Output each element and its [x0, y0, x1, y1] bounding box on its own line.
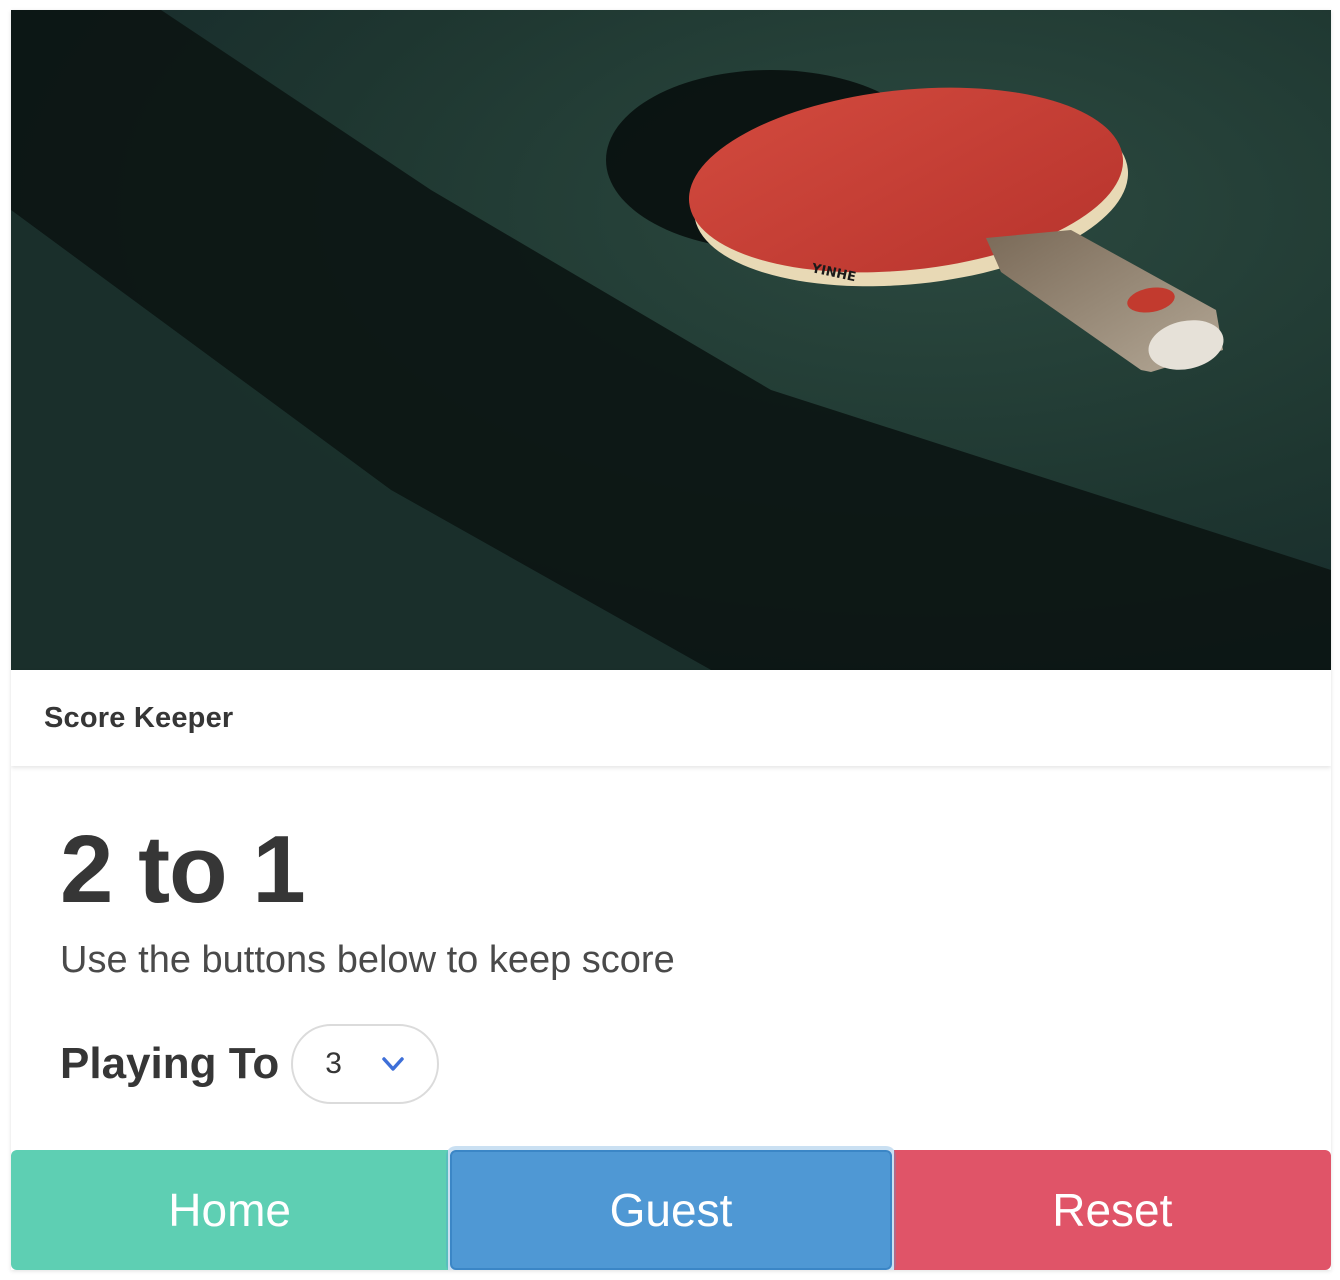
instructions-text: Use the buttons below to keep score — [60, 939, 675, 981]
reset-button[interactable]: Reset — [893, 1150, 1331, 1270]
guest-button[interactable]: Guest — [450, 1150, 892, 1270]
score-buttons: Home Guest Reset — [11, 1150, 1331, 1270]
score-display: 2 to 1 — [60, 816, 306, 923]
score-keeper-card: YINHE Score Keeper 2 to 1 Use the button… — [11, 10, 1331, 1270]
playing-to-label: Playing To — [60, 1038, 280, 1088]
ping-pong-paddle-image: YINHE — [11, 10, 1331, 670]
chevron-down-icon — [382, 1057, 404, 1071]
card-header: Score Keeper — [11, 670, 1331, 766]
playing-to-select[interactable]: 3 — [291, 1023, 440, 1104]
card-content: 2 to 1 Use the buttons below to keep sco… — [60, 822, 1280, 1104]
header-title: Score Keeper — [44, 701, 234, 734]
home-button[interactable]: Home — [11, 1150, 449, 1270]
playing-to-selected-value: 3 — [325, 1046, 342, 1080]
playing-to-row: Playing To 3 — [60, 1023, 1280, 1104]
